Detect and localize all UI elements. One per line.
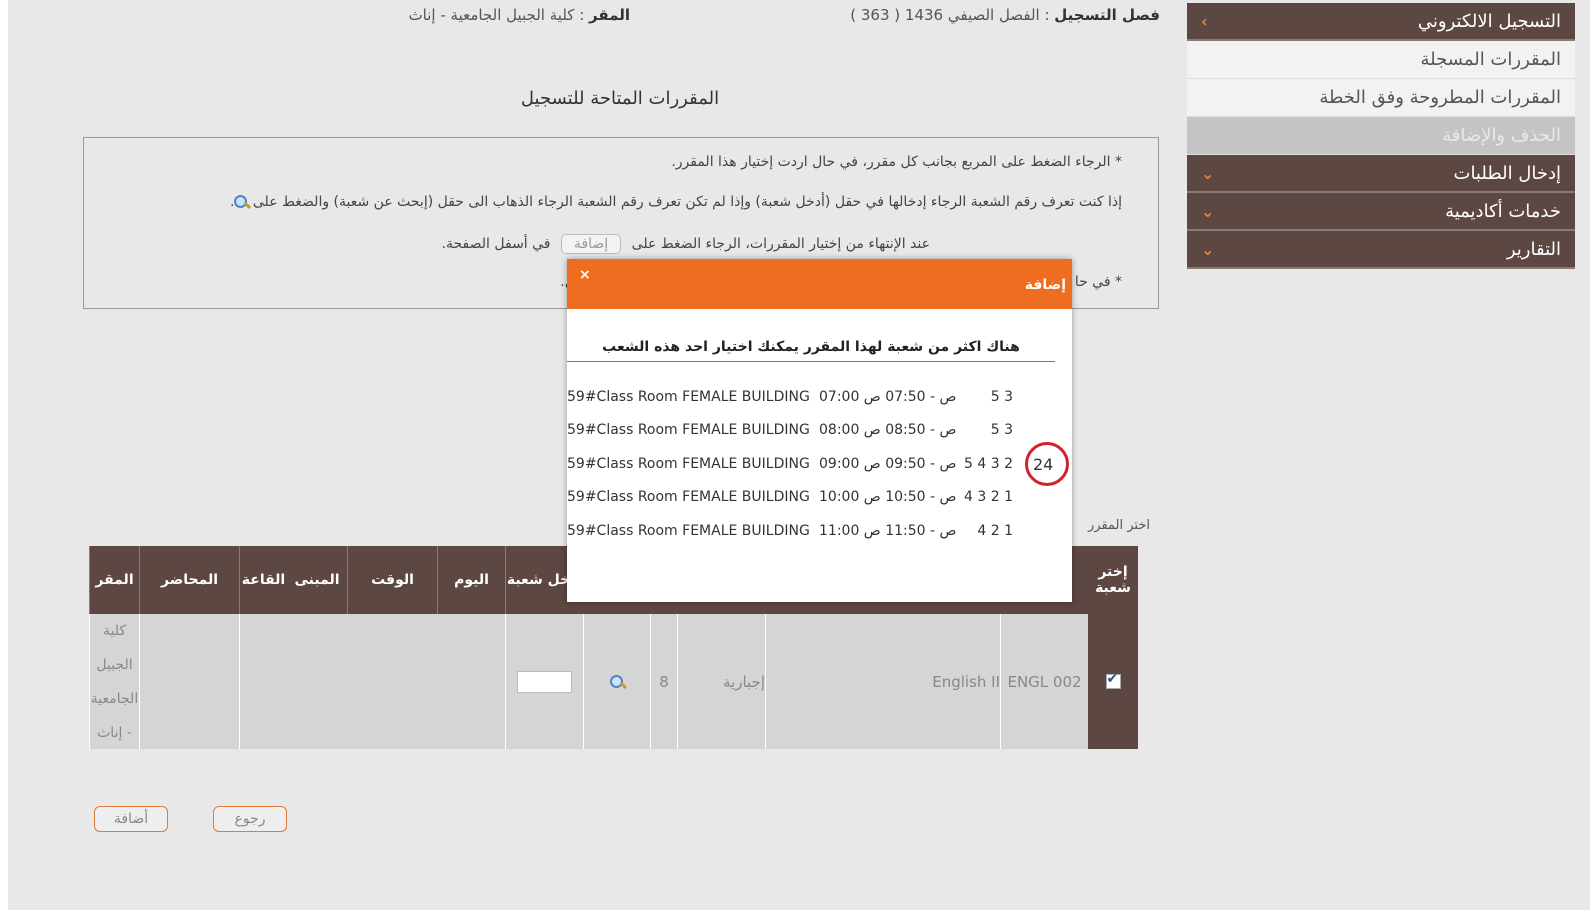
header-day: اليوم (437, 546, 505, 614)
site-label: المقر (589, 6, 630, 24)
site-cell: كلية الجبيل الجامعية - إناث (89, 614, 139, 749)
search-section-cell (583, 614, 650, 749)
section-option[interactable]: 59#Class Room FEMALE BUILDING 07:00 ص - … (567, 387, 1072, 411)
section-days: 4 2 1 (977, 523, 1013, 539)
sidebar-item-label: المقررات المسجلة (1420, 49, 1561, 70)
header-select-section: إختر شعبة (1095, 564, 1131, 596)
term-label: فصل التسجيل (1054, 6, 1160, 24)
section-option[interactable]: 59#Class Room FEMALE BUILDING 08:00 ص - … (567, 420, 1072, 444)
sidebar-item-label: التسجيل الالكتروني (1417, 10, 1561, 32)
dialog-message: هناك اكثر من شعبة لهذا المقرر يمكنك اختي… (567, 339, 1055, 362)
section-room: 59#Class Room FEMALE BUILDING (567, 523, 810, 539)
section-days: 4 3 2 1 (964, 489, 1013, 505)
section-days: 5 3 (990, 422, 1013, 438)
instruction-text: عند الإنتهاء من إختيار المقررات، الرجاء … (631, 236, 930, 252)
instruction-line: * في حا (1074, 274, 1122, 290)
section-room: 59#Class Room FEMALE BUILDING (567, 422, 810, 438)
site-value: : كلية الجبيل الجامعية - إناث (408, 6, 585, 24)
term-value: : الفصل الصيفي 1436 ( 363 ) (850, 6, 1050, 24)
sidebar-item-label: المقررات المطروحة وفق الخطة (1319, 87, 1561, 108)
highlight-circle (1025, 442, 1069, 486)
section-days: 5 4 3 2 (964, 456, 1013, 472)
back-button[interactable]: رجوع (213, 806, 287, 832)
section-time: 08:00 ص - 08:50 ص (819, 422, 957, 438)
search-icon[interactable] (610, 674, 624, 689)
sidebar-item-registered-courses[interactable]: المقررات المسجلة (1187, 41, 1575, 79)
dialog-title: إضافة (1024, 277, 1066, 293)
sidebar-item-label: خدمات أكاديمية (1445, 200, 1561, 222)
course-checkbox[interactable] (1105, 671, 1121, 689)
sidebar-item-reports[interactable]: التقارير ⌄ (1187, 231, 1575, 269)
section-option[interactable]: 59#Class Room FEMALE BUILDING 11:00 ص - … (567, 521, 1072, 545)
section-time: 11:00 ص - 11:50 ص (819, 523, 957, 539)
chevron-down-icon: ⌄ (1201, 163, 1215, 183)
section-select-dialog: × إضافة هناك اكثر من شعبة لهذا المقرر يم… (567, 259, 1072, 602)
search-icon (234, 195, 248, 209)
header-hall: القاعة (239, 546, 287, 614)
header-time: الوقت (347, 546, 437, 614)
sidebar-item-academic-services[interactable]: خدمات أكاديمية ⌄ (1187, 193, 1575, 231)
close-icon[interactable]: × (579, 267, 591, 283)
registration-term-info: فصل التسجيل : الفصل الصيفي 1436 ( 363 ) (850, 6, 1160, 24)
course-type: إجبارية (677, 614, 765, 749)
sidebar-menu: التسجيل الالكتروني › المقررات المسجلة ال… (1187, 3, 1575, 269)
instruction-line: إذا كنت تعرف رقم الشعبة الرجاء إدخالها ف… (230, 194, 1122, 210)
sidebar-item-offered-courses[interactable]: المقررات المطروحة وفق الخطة (1187, 79, 1575, 117)
add-button-sample: إضافة (560, 234, 622, 254)
page-title: المقررات المتاحة للتسجيل (520, 88, 720, 109)
header-building: المبنى (294, 572, 340, 588)
section-input[interactable] (517, 670, 572, 693)
course-code: ENGL 002 (1000, 614, 1088, 749)
select-cell (1088, 614, 1138, 749)
section-time: 09:00 ص - 09:50 ص (819, 456, 957, 472)
choose-course-label: اختر المقرر (1088, 518, 1150, 533)
section-days: 5 3 (990, 389, 1013, 405)
campus-info: المقر : كلية الجبيل الجامعية - إناث (409, 6, 630, 24)
section-time: 07:00 ص - 07:50 ص (819, 389, 957, 405)
sidebar-item-label: التقارير (1506, 238, 1561, 260)
chevron-left-icon: › (1201, 11, 1208, 31)
header-lecturer: المحاضر (139, 546, 239, 614)
chevron-down-icon: ⌄ (1201, 239, 1215, 259)
instruction-line: * الرجاء الضغط على المربع بجانب كل مقرر،… (671, 154, 1122, 170)
course-name-text: English II (932, 672, 1000, 691)
section-room: 59#Class Room FEMALE BUILDING (567, 489, 810, 505)
lecturer-cell (139, 614, 239, 749)
section-time: 10:00 ص - 10:50 ص (819, 489, 957, 505)
instruction-text: في أسفل الصفحة. (441, 236, 551, 252)
section-room: 59#Class Room FEMALE BUILDING (567, 389, 810, 405)
header-site: المقر (89, 546, 139, 614)
section-option[interactable]: 59#Class Room FEMALE BUILDING 09:00 ص - … (567, 454, 1072, 478)
sidebar-item-label: إدخال الطلبات (1453, 162, 1562, 184)
dialog-header: × إضافة (567, 259, 1072, 309)
section-room: 59#Class Room FEMALE BUILDING (567, 456, 810, 472)
enter-section-cell (505, 614, 583, 749)
sidebar-item-e-registration[interactable]: التسجيل الالكتروني › (1187, 3, 1575, 41)
credit-hours: 8 (650, 614, 677, 749)
add-button[interactable]: أضافة (94, 806, 168, 832)
sidebar-item-requests[interactable]: إدخال الطلبات ⌄ (1187, 155, 1575, 193)
table-row: ENGL 002 English II إجبارية 8 كلية الجبي… (89, 614, 1138, 749)
sidebar-item-drop-add[interactable]: الحذف والإضافة (1187, 117, 1575, 155)
course-name: English II (765, 614, 1000, 749)
chevron-down-icon: ⌄ (1201, 201, 1215, 221)
instruction-text: إذا كنت تعرف رقم الشعبة الرجاء إدخالها ف… (252, 194, 1122, 210)
sidebar-item-label: الحذف والإضافة (1442, 125, 1561, 146)
section-option[interactable]: 59#Class Room FEMALE BUILDING 10:00 ص - … (567, 487, 1072, 511)
instruction-line: عند الإنتهاء من إختيار المقررات، الرجاء … (442, 234, 930, 254)
schedule-cell (239, 614, 505, 749)
